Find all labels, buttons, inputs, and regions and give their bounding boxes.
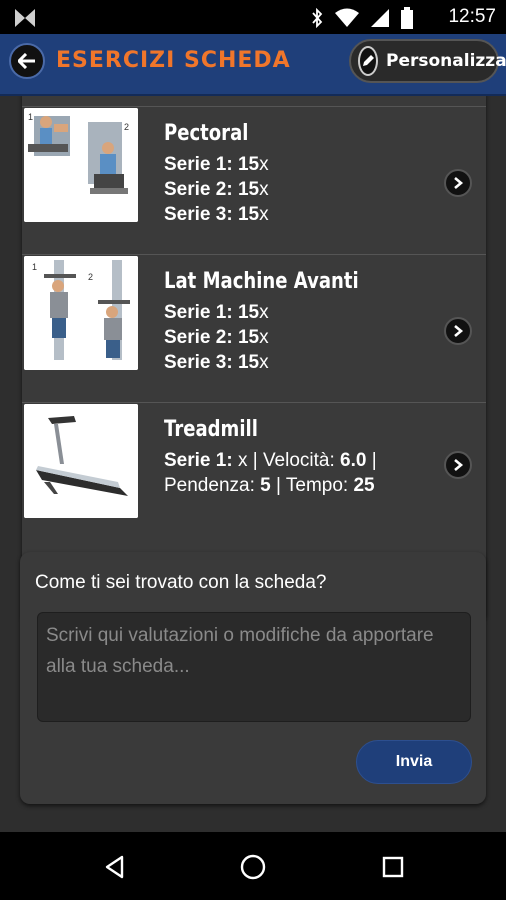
set-line: Serie 1: 15x	[164, 302, 269, 323]
bluetooth-icon	[312, 8, 323, 28]
chevron-right-icon[interactable]	[444, 451, 472, 479]
send-button[interactable]: Invia	[356, 740, 472, 784]
feedback-textarea[interactable]	[37, 612, 471, 722]
exercise-list: 1 2 Pectoral Serie 1: 15x Serie 2: 15x S…	[22, 96, 486, 622]
customize-button[interactable]: Personalizza	[349, 39, 506, 83]
svg-text:2: 2	[124, 122, 129, 132]
svg-text:1: 1	[32, 262, 37, 272]
exercise-info: Lat Machine Avanti Serie 1: 15x Serie 2:…	[164, 269, 436, 375]
exercise-name: Treadmill	[164, 417, 258, 442]
exercise-info: Treadmill Serie 1: x | Velocità: 6.0 | P…	[164, 417, 436, 498]
exercise-info: Pectoral Serie 1: 15x Serie 2: 15x Serie…	[164, 121, 436, 227]
set-line: Serie 1: 15x	[164, 154, 269, 175]
treadmill-detail-line-2: Pendenza: 5 | Tempo: 25	[164, 475, 375, 496]
set-line: Serie 2: 15x	[164, 179, 269, 200]
exercise-row-lat-machine[interactable]: 1 2 Lat Machine Avanti Serie 1: 15x Seri…	[22, 254, 486, 402]
exercise-name: Pectoral	[164, 121, 249, 146]
exercise-name: Lat Machine Avanti	[164, 269, 359, 294]
customize-label: Personalizza	[386, 51, 506, 71]
exercise-row-pectoral[interactable]: 1 2 Pectoral Serie 1: 15x Serie 2: 15x S…	[22, 106, 486, 254]
chevron-right-icon[interactable]	[444, 169, 472, 197]
chevron-right-icon[interactable]	[444, 317, 472, 345]
status-bar: 12:57	[0, 0, 506, 34]
recents-square-icon[interactable]	[378, 852, 408, 882]
back-arrow-icon	[18, 53, 35, 69]
status-icons	[310, 7, 414, 29]
svg-text:1: 1	[28, 112, 33, 122]
battery-icon	[401, 7, 413, 29]
set-line: Serie 3: 15x	[164, 352, 269, 373]
set-line: Serie 2: 15x	[164, 327, 269, 348]
exercise-image-treadmill	[24, 404, 138, 518]
wifi-icon	[335, 8, 359, 27]
svg-text:2: 2	[88, 272, 93, 282]
page-title: ESERCIZI SCHEDA	[56, 48, 291, 73]
navigation-bar	[0, 832, 506, 900]
back-triangle-icon[interactable]	[100, 852, 130, 882]
feedback-question: Come ti sei trovato con la scheda?	[35, 572, 327, 593]
exercise-image-lat-machine: 1 2	[24, 256, 138, 370]
app-bar: ESERCIZI SCHEDA Personalizza	[0, 34, 506, 96]
back-button[interactable]	[9, 43, 45, 79]
set-line: Serie 3: 15x	[164, 204, 269, 225]
clock: 12:57	[448, 6, 496, 27]
home-circle-icon[interactable]	[238, 852, 268, 882]
content-area: 1 2 Pectoral Serie 1: 15x Serie 2: 15x S…	[0, 96, 506, 832]
pencil-icon	[358, 46, 378, 76]
app-logo-icon	[15, 9, 35, 27]
exercise-image-pectoral: 1 2	[24, 108, 138, 222]
feedback-card: Come ti sei trovato con la scheda? Invia	[20, 552, 486, 804]
treadmill-detail-line-1: Serie 1: x | Velocità: 6.0 |	[164, 450, 377, 471]
signal-icon	[371, 9, 389, 27]
